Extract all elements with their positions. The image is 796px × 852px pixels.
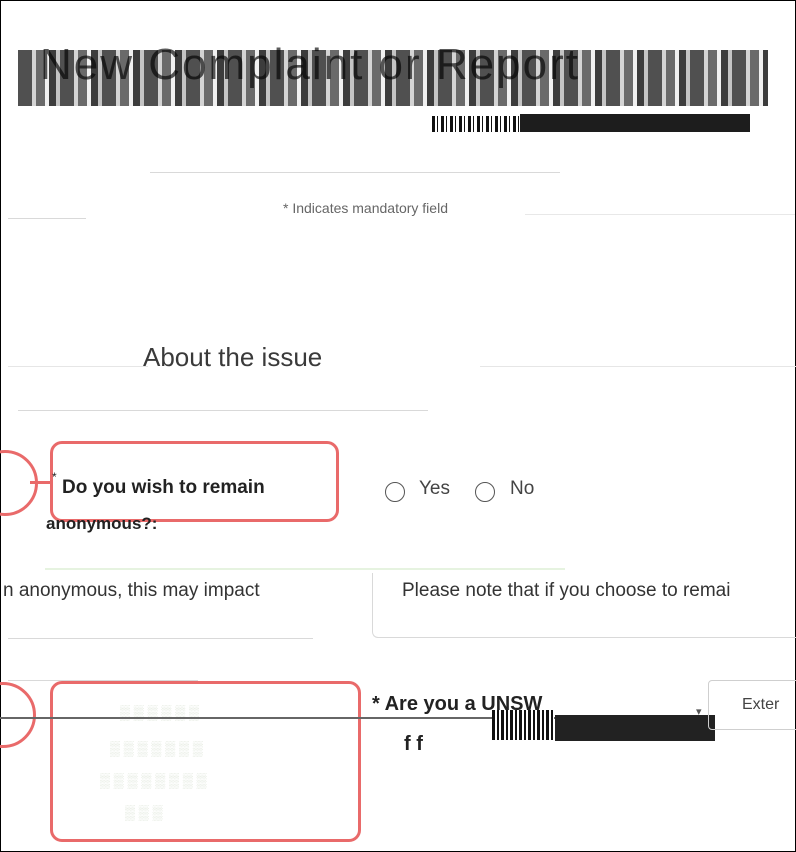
- redacted-barcode: [492, 710, 554, 740]
- radio-no[interactable]: [475, 482, 495, 502]
- radio-no-label: No: [510, 478, 535, 499]
- divider: [525, 214, 795, 215]
- required-asterisk: *: [52, 470, 57, 484]
- divider: [150, 172, 560, 173]
- annotation-connector: [30, 481, 52, 484]
- redaction-bar: [520, 114, 750, 132]
- anonymous-note-left: n anonymous, this may impact: [3, 580, 260, 601]
- mandatory-field-note: * Indicates mandatory field: [283, 200, 448, 216]
- anonymous-note-right: Please note that if you choose to remai: [402, 580, 731, 601]
- divider: [0, 717, 560, 719]
- divider: [8, 638, 313, 639]
- unsw-affiliation-select-value: Exter: [742, 696, 780, 713]
- redaction-bar: [555, 715, 715, 741]
- annotation-callout: [50, 681, 361, 842]
- section-underline: [18, 410, 428, 411]
- radio-yes-label: Yes: [419, 478, 450, 499]
- divider: [8, 218, 86, 219]
- anonymous-question-label-cont: anonymous?:: [46, 514, 158, 533]
- divider: [480, 366, 796, 367]
- divider: [8, 366, 148, 367]
- redacted-barcode: [432, 116, 520, 132]
- radio-yes[interactable]: [385, 482, 405, 502]
- faded-text: ▒ ▒ ▒ ▒ ▒ ▒ ▒ ▒: [100, 772, 207, 788]
- chevron-down-icon: ▾: [696, 706, 702, 718]
- unsw-question-label-cont: f f: [404, 733, 423, 755]
- faded-text: ▒ ▒ ▒ ▒ ▒ ▒ ▒: [110, 740, 203, 756]
- page-title: New Complaint or Report: [40, 40, 580, 89]
- faded-text: ▒ ▒ ▒: [125, 804, 163, 820]
- anonymous-question-label: Do you wish to remain: [62, 477, 265, 498]
- divider: [45, 568, 565, 570]
- section-title: About the issue: [143, 342, 323, 372]
